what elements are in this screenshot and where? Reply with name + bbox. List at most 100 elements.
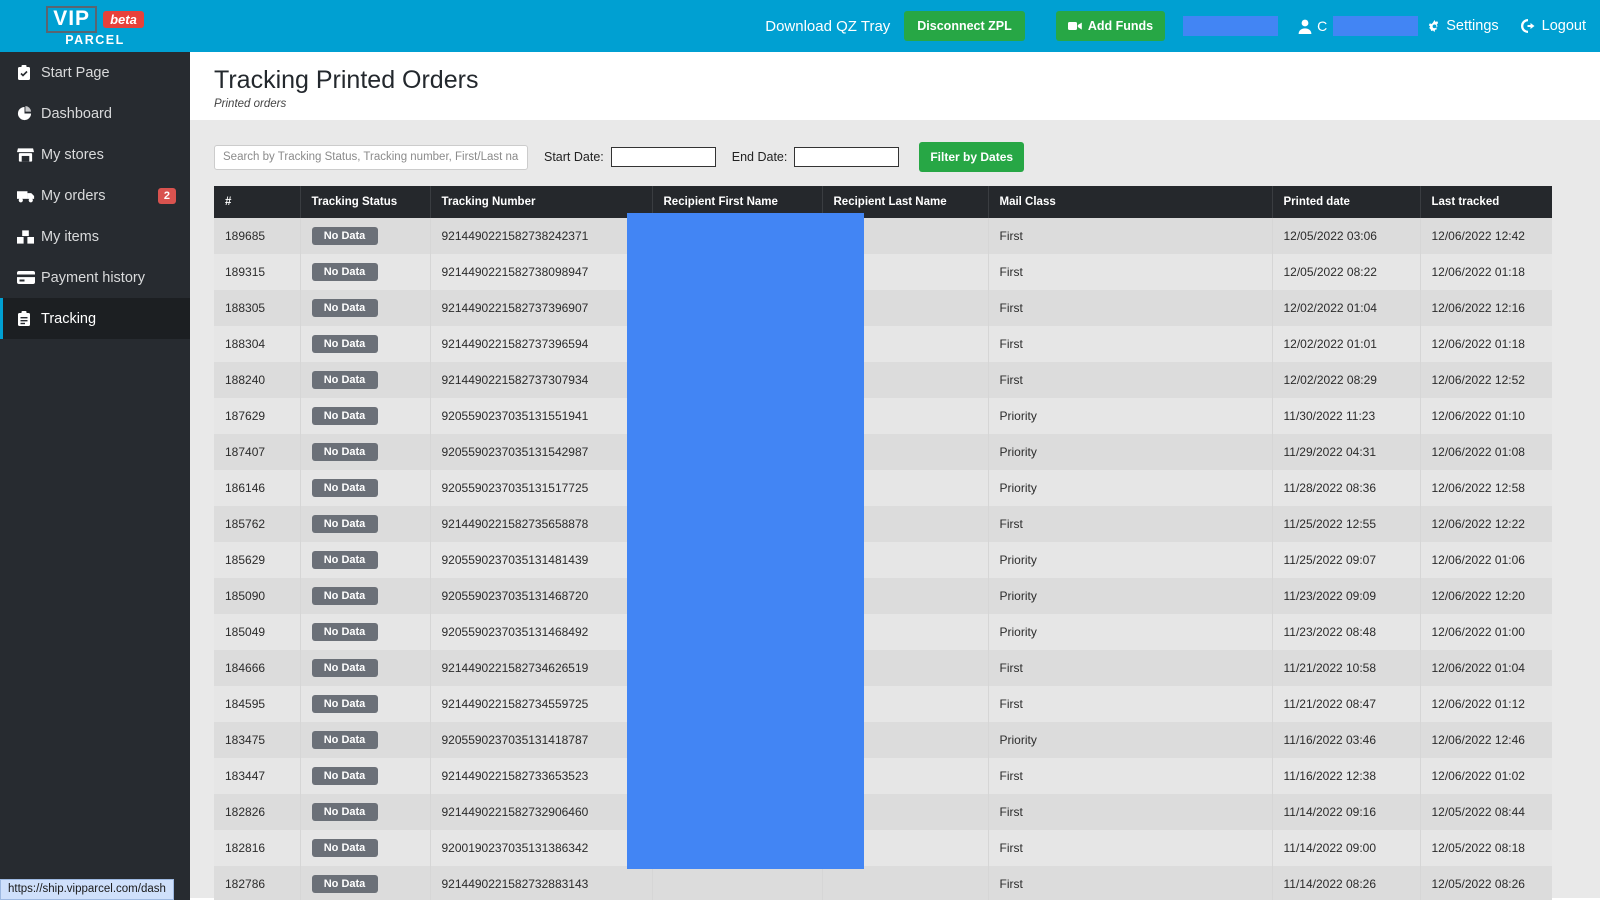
sidebar-item-start-page[interactable]: Start Page xyxy=(0,52,190,93)
cell-status: No Data xyxy=(300,830,431,866)
table-row[interactable]: 184666 No Data 9214490221582734626519 First… xyxy=(214,650,1552,686)
end-date-input[interactable] xyxy=(794,147,900,167)
table-row[interactable]: 184595 No Data 9214490221582734559725 First… xyxy=(214,686,1552,722)
disconnect-zpl-button[interactable]: Disconnect ZPL xyxy=(904,11,1025,41)
sidebar-item-tracking[interactable]: Tracking xyxy=(0,298,190,339)
cell-first-name xyxy=(652,254,823,290)
status-badge[interactable]: No Data xyxy=(311,263,378,281)
cell-printed: 11/14/2022 09:00 xyxy=(1272,830,1421,866)
col-header-first-name[interactable]: Recipient First Name xyxy=(652,186,823,218)
status-badge[interactable]: No Data xyxy=(311,731,378,749)
table-row[interactable]: 187407 No Data 9205590237035131542987 Prior… xyxy=(214,434,1552,470)
sidebar-item-my-orders[interactable]: My orders 2 xyxy=(0,175,190,216)
user-account-group[interactable]: C xyxy=(1298,16,1419,36)
col-header-id[interactable]: # xyxy=(214,186,301,218)
sidebar-item-my-items[interactable]: My items xyxy=(0,216,190,257)
cell-first-name xyxy=(652,362,823,398)
table-row[interactable]: 185090 No Data 9205590237035131468720 Prior… xyxy=(214,578,1552,614)
download-qz-tray-link[interactable]: Download QZ Tray xyxy=(765,18,890,35)
status-badge[interactable]: No Data xyxy=(311,587,378,605)
table-row[interactable]: 182816 No Data 9200190237035131386342 First… xyxy=(214,830,1552,866)
table-head: # Tracking Status Tracking Number Recipi… xyxy=(214,186,1552,218)
col-header-tracking[interactable]: Tracking Number xyxy=(430,186,653,218)
cell-status: No Data xyxy=(300,722,431,758)
status-badge[interactable]: No Data xyxy=(311,839,378,857)
table-row[interactable]: 188304 No Data 9214490221582737396594 First… xyxy=(214,326,1552,362)
sidebar-item-my-stores[interactable]: My stores xyxy=(0,134,190,175)
add-funds-button[interactable]: Add Funds xyxy=(1055,11,1166,41)
table-row[interactable]: 185629 No Data 9205590237035131481439 Prior… xyxy=(214,542,1552,578)
cell-id: 185629 xyxy=(214,542,301,578)
table-row[interactable]: 183447 No Data 9214490221582733653523 First… xyxy=(214,758,1552,794)
status-badge[interactable]: No Data xyxy=(311,443,378,461)
sidebar-item-label: Start Page xyxy=(41,64,110,81)
cell-first-name xyxy=(652,794,823,830)
col-header-status[interactable]: Tracking Status xyxy=(300,186,431,218)
table-row[interactable]: 182826 No Data 9214490221582732906460 First… xyxy=(214,794,1552,830)
col-header-last-name[interactable]: Recipient Last Name xyxy=(822,186,989,218)
col-header-mail-class[interactable]: Mail Class xyxy=(988,186,1273,218)
table-row[interactable]: 189685 No Data 9214490221582738242371 First… xyxy=(214,218,1552,254)
cell-status: No Data xyxy=(300,758,431,794)
table-row[interactable]: 188240 No Data 9214490221582737307934 First… xyxy=(214,362,1552,398)
table-row[interactable]: 185049 No Data 9205590237035131468492 Prior… xyxy=(214,614,1552,650)
status-badge[interactable]: No Data xyxy=(311,371,378,389)
cell-mail-class: First xyxy=(988,290,1273,326)
settings-link[interactable]: Settings xyxy=(1428,18,1499,34)
table-row[interactable]: 183475 No Data 9205590237035131418787 Prior… xyxy=(214,722,1552,758)
status-badge[interactable]: No Data xyxy=(311,479,378,497)
cell-tracking: 9214490221582732906460 xyxy=(430,794,653,830)
status-badge[interactable]: No Data xyxy=(311,335,378,353)
status-badge[interactable]: No Data xyxy=(311,695,378,713)
table-row[interactable]: 189315 No Data 9214490221582738098947 First… xyxy=(214,254,1552,290)
status-badge[interactable]: No Data xyxy=(311,767,378,785)
table-row[interactable]: 186146 No Data 9205590237035131517725 Prior… xyxy=(214,470,1552,506)
table-row[interactable]: 182786 No Data 9214490221582732883143 First… xyxy=(214,866,1552,900)
table-row[interactable]: 188305 No Data 9214490221582737396907 First… xyxy=(214,290,1552,326)
cell-last-name xyxy=(822,722,989,758)
logout-link[interactable]: Logout xyxy=(1520,18,1586,34)
cell-id: 185090 xyxy=(214,578,301,614)
status-badge[interactable]: No Data xyxy=(311,407,378,425)
cell-tracked: 12/06/2022 01:08 xyxy=(1420,434,1552,470)
sidebar-item-payment-history[interactable]: Payment history xyxy=(0,257,190,298)
status-badge[interactable]: No Data xyxy=(311,515,378,533)
col-header-tracked[interactable]: Last tracked xyxy=(1420,186,1552,218)
cell-id: 189685 xyxy=(214,218,301,254)
cell-printed: 11/28/2022 08:36 xyxy=(1272,470,1421,506)
status-badge[interactable]: No Data xyxy=(311,875,378,893)
store-icon xyxy=(17,147,41,162)
page-title: Tracking Printed Orders xyxy=(214,66,479,94)
cell-mail-class: First xyxy=(988,326,1273,362)
balance-redaction-box xyxy=(1183,16,1279,36)
status-badge[interactable]: No Data xyxy=(311,227,378,245)
filter-by-dates-button[interactable]: Filter by Dates xyxy=(919,142,1025,172)
sidebar-item-label: Payment history xyxy=(41,269,145,286)
status-badge[interactable]: No Data xyxy=(311,299,378,317)
brand-logo[interactable]: VIP beta PARCEL xyxy=(0,0,190,52)
status-badge[interactable]: No Data xyxy=(311,551,378,569)
cell-tracked: 12/06/2022 12:58 xyxy=(1420,470,1552,506)
cell-mail-class: First xyxy=(988,866,1273,900)
cell-printed: 12/02/2022 08:29 xyxy=(1272,362,1421,398)
table-row[interactable]: 185762 No Data 9214490221582735658878 First… xyxy=(214,506,1552,542)
start-date-input[interactable] xyxy=(610,147,716,167)
sidebar-item-dashboard[interactable]: Dashboard xyxy=(0,93,190,134)
search-input[interactable] xyxy=(214,144,528,170)
cell-tracked: 12/06/2022 12:20 xyxy=(1420,578,1552,614)
cell-tracked: 12/06/2022 01:04 xyxy=(1420,650,1552,686)
cell-first-name xyxy=(652,506,823,542)
cell-tracking: 9205590237035131542987 xyxy=(430,434,653,470)
cell-id: 182816 xyxy=(214,830,301,866)
col-header-printed[interactable]: Printed date xyxy=(1272,186,1421,218)
cell-id: 185762 xyxy=(214,506,301,542)
cell-tracking: 9205590237035131551941 xyxy=(430,398,653,434)
status-badge[interactable]: No Data xyxy=(311,623,378,641)
status-badge[interactable]: No Data xyxy=(311,803,378,821)
status-badge[interactable]: No Data xyxy=(311,659,378,677)
end-date-label: End Date: xyxy=(731,150,788,164)
cell-status: No Data xyxy=(300,362,431,398)
cell-id: 182786 xyxy=(214,866,301,900)
table-row[interactable]: 187629 No Data 9205590237035131551941 Prior… xyxy=(214,398,1552,434)
table-body: 189685 No Data 9214490221582738242371 First… xyxy=(214,218,1552,900)
